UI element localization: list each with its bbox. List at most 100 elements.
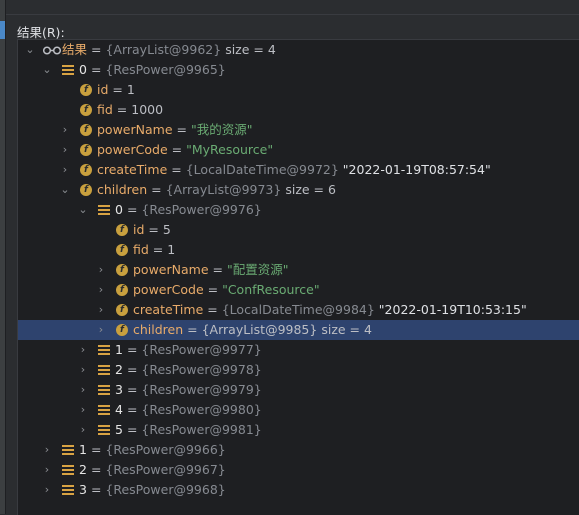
- chevron-right-icon[interactable]: ›: [77, 420, 89, 440]
- var-name: fid: [133, 242, 149, 257]
- chevron-right-icon[interactable]: ›: [77, 360, 89, 380]
- tree-row-child-5[interactable]: › 5 = {ResPower@9981}: [18, 420, 579, 440]
- var-name: powerName: [97, 122, 173, 137]
- tree-row-child-1[interactable]: › 1 = {ResPower@9977}: [18, 340, 579, 360]
- var-ref: {LocalDateTime@9972}: [185, 162, 339, 177]
- var-name: 0: [115, 202, 123, 217]
- chevron-right-icon[interactable]: ›: [95, 280, 107, 300]
- tree-row-child-0[interactable]: ⌄ 0 = {ResPower@9976}: [18, 200, 579, 220]
- tree-row-c0-id[interactable]: f id = 5: [18, 220, 579, 240]
- field-icon: f: [80, 144, 92, 156]
- var-value: "配置资源": [226, 262, 289, 277]
- tree-row-e0-createtime[interactable]: › f createTime = {LocalDateTime@9972} "2…: [18, 160, 579, 180]
- var-name: children: [97, 182, 148, 197]
- var-value: "2022-01-19T10:53:15": [378, 302, 527, 317]
- tree-row-child-4[interactable]: › 4 = {ResPower@9980}: [18, 400, 579, 420]
- chevron-right-icon[interactable]: ›: [95, 320, 107, 340]
- tree-row-c0-fid[interactable]: f fid = 1: [18, 240, 579, 260]
- var-name: 1: [79, 442, 87, 457]
- tree-row-element-3[interactable]: › 3 = {ResPower@9968}: [18, 480, 579, 500]
- var-name: powerCode: [97, 142, 168, 157]
- chevron-right-icon[interactable]: ›: [41, 460, 53, 480]
- var-name: 2: [115, 362, 123, 377]
- object-icon: [62, 485, 74, 497]
- chevron-right-icon[interactable]: ›: [95, 300, 107, 320]
- var-name: powerName: [133, 262, 209, 277]
- object-icon: [98, 385, 110, 397]
- var-name: fid: [97, 102, 113, 117]
- chevron-right-icon[interactable]: ›: [41, 480, 53, 500]
- chevron-right-icon[interactable]: ›: [59, 140, 71, 160]
- tree-row-c0-powername[interactable]: › f powerName = "配置资源": [18, 260, 579, 280]
- tree-row-e0-children[interactable]: ⌄ f children = {ArrayList@9973} size = 6: [18, 180, 579, 200]
- chevron-right-icon[interactable]: ›: [59, 160, 71, 180]
- tree-row-child-3[interactable]: › 3 = {ResPower@9979}: [18, 380, 579, 400]
- tree-row-element-2[interactable]: › 2 = {ResPower@9967}: [18, 460, 579, 480]
- chevron-right-icon[interactable]: ›: [59, 120, 71, 140]
- tree-row-e0-id[interactable]: f id = 1: [18, 80, 579, 100]
- var-value: "我的资源": [190, 122, 253, 137]
- tree-row-child-2[interactable]: › 2 = {ResPower@9978}: [18, 360, 579, 380]
- var-ref: {ResPower@9968}: [105, 482, 226, 497]
- tree-row-element-0[interactable]: ⌄ 0 = {ResPower@9965}: [18, 60, 579, 80]
- left-gutter: [0, 0, 6, 514]
- chevron-right-icon[interactable]: ›: [41, 440, 53, 460]
- tree-row-e0-powername[interactable]: › f powerName = "我的资源": [18, 120, 579, 140]
- var-value: 1: [167, 242, 176, 257]
- field-icon: f: [80, 164, 92, 176]
- var-extra: size = 4: [321, 322, 372, 337]
- var-name: 1: [115, 342, 123, 357]
- var-name: 0: [79, 62, 87, 77]
- var-value: 1: [126, 82, 135, 97]
- object-icon: [62, 445, 74, 457]
- var-ref: {ArrayList@9985}: [201, 322, 318, 337]
- gutter-marker: [0, 21, 5, 39]
- var-name: 5: [115, 422, 123, 437]
- field-icon: f: [116, 284, 128, 296]
- tree-row-root[interactable]: ⌄ 结果 = {ArrayList@9962} size = 4: [18, 40, 579, 60]
- object-icon: [98, 205, 110, 217]
- var-ref: {ResPower@9978}: [141, 362, 262, 377]
- var-name: 结果: [62, 42, 88, 57]
- glasses-icon: [42, 46, 62, 55]
- chevron-right-icon[interactable]: ›: [77, 340, 89, 360]
- object-icon: [62, 465, 74, 477]
- chevron-right-icon[interactable]: ›: [77, 380, 89, 400]
- var-name: 3: [115, 382, 123, 397]
- var-ref: {ResPower@9967}: [105, 462, 226, 477]
- field-icon: f: [80, 84, 92, 96]
- tree-row-element-1[interactable]: › 1 = {ResPower@9966}: [18, 440, 579, 460]
- tree-row-e0-fid[interactable]: f fid = 1000: [18, 100, 579, 120]
- var-value: "MyResource": [186, 142, 274, 157]
- field-icon: f: [116, 324, 128, 336]
- object-icon: [98, 405, 110, 417]
- var-name: 2: [79, 462, 87, 477]
- var-ref: {ArrayList@9973}: [165, 182, 282, 197]
- field-icon: f: [80, 184, 92, 196]
- var-extra: size = 6: [285, 182, 336, 197]
- var-name: 4: [115, 402, 123, 417]
- var-value: 5: [162, 222, 171, 237]
- var-name: children: [133, 322, 184, 337]
- var-ref: {ResPower@9977}: [141, 342, 262, 357]
- chevron-right-icon[interactable]: ›: [95, 260, 107, 280]
- var-name: id: [133, 222, 145, 237]
- var-ref: {ResPower@9966}: [105, 442, 226, 457]
- tree-row-c0-children-selected[interactable]: › f children = {ArrayList@9985} size = 4: [18, 320, 579, 340]
- tree-row-c0-createtime[interactable]: › f createTime = {LocalDateTime@9984} "2…: [18, 300, 579, 320]
- chevron-down-icon[interactable]: ⌄: [24, 40, 36, 60]
- field-icon: f: [80, 104, 92, 116]
- chevron-down-icon[interactable]: ⌄: [41, 60, 53, 80]
- chevron-right-icon[interactable]: ›: [77, 400, 89, 420]
- var-extra: size = 4: [225, 42, 276, 57]
- var-name: createTime: [97, 162, 168, 177]
- var-value: "ConfResource": [222, 282, 320, 297]
- object-icon: [98, 425, 110, 437]
- var-ref: {ArrayList@9962}: [105, 42, 222, 57]
- var-ref: {ResPower@9981}: [141, 422, 262, 437]
- chevron-down-icon[interactable]: ⌄: [77, 200, 89, 220]
- tree-row-c0-powercode[interactable]: › f powerCode = "ConfResource": [18, 280, 579, 300]
- tree-row-e0-powercode[interactable]: › f powerCode = "MyResource": [18, 140, 579, 160]
- chevron-down-icon[interactable]: ⌄: [59, 180, 71, 200]
- field-icon: f: [116, 304, 128, 316]
